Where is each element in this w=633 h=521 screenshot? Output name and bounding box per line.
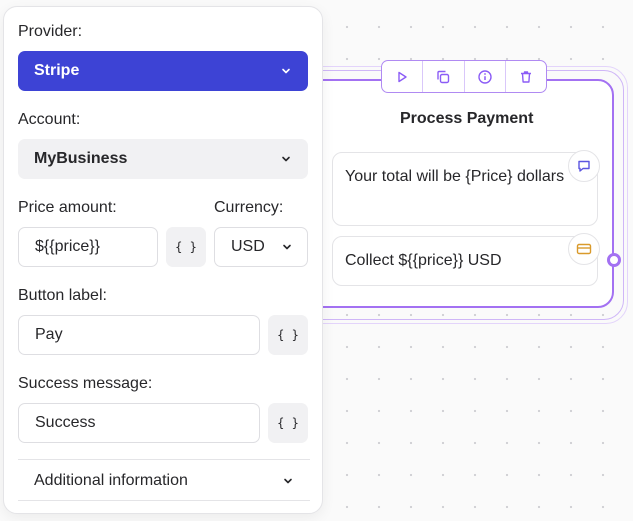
node-toolbar: [381, 60, 547, 93]
chevron-down-icon: [284, 478, 292, 484]
divider: [18, 459, 310, 460]
text-bubble[interactable]: Your total will be {Price} dollars: [332, 152, 598, 226]
node-title: Process Payment: [400, 110, 534, 127]
account-value: MyBusiness: [34, 150, 128, 167]
price-variables-button[interactable]: { }: [166, 227, 206, 267]
currency-label: Currency:: [214, 199, 284, 216]
currency-select[interactable]: USD: [214, 227, 308, 267]
additional-information-accordion[interactable]: Additional information: [18, 461, 310, 501]
provider-label: Provider:: [18, 23, 83, 40]
credit-card-icon: [568, 233, 600, 265]
additional-information-label: Additional information: [34, 472, 188, 489]
info-icon[interactable]: [465, 61, 506, 92]
chevron-down-icon: [282, 68, 290, 74]
button-label-variables-button[interactable]: { }: [268, 315, 308, 355]
button-label-label: Button label:: [18, 287, 107, 304]
account-select[interactable]: MyBusiness: [18, 139, 308, 179]
chevron-down-icon: [282, 156, 290, 162]
price-amount-input[interactable]: ${{price}}: [18, 227, 158, 267]
chevron-down-icon: [283, 244, 291, 250]
node-output-handle[interactable]: [607, 253, 621, 267]
payment-bubble[interactable]: Collect ${{price}} USD: [332, 236, 598, 286]
duplicate-icon[interactable]: [423, 61, 465, 92]
divider: [18, 500, 310, 501]
success-message-input[interactable]: Success: [18, 403, 260, 443]
trash-icon[interactable]: [506, 61, 546, 92]
success-message-variables-button[interactable]: { }: [268, 403, 308, 443]
success-message-label: Success message:: [18, 375, 153, 392]
currency-value: USD: [231, 238, 265, 255]
process-payment-node[interactable]: Process Payment Your total will be {Pric…: [294, 79, 621, 308]
play-icon[interactable]: [382, 61, 424, 92]
provider-value: Stripe: [34, 62, 80, 79]
account-label: Account:: [18, 111, 81, 128]
button-label-input[interactable]: Pay: [18, 315, 260, 355]
price-amount-label: Price amount:: [18, 199, 117, 216]
chat-bubble-icon: [568, 150, 600, 182]
payment-settings-panel: Provider: Stripe Account: MyBusiness Pri…: [3, 6, 323, 514]
provider-select[interactable]: Stripe: [18, 51, 308, 91]
